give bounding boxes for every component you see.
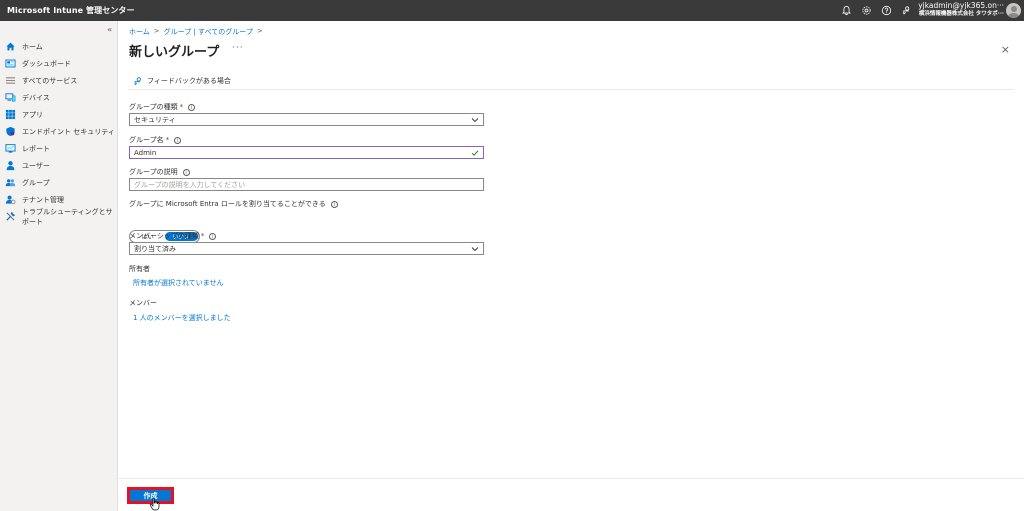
required-mark: * (165, 136, 170, 144)
user-org: 横浜情報機器株式会社 タワタボ··· (918, 11, 1004, 17)
feedback-icon[interactable] (901, 5, 912, 16)
list-icon (5, 75, 16, 86)
sidebar-item-label: アプリ (22, 110, 43, 119)
owners-label: 所有者 (129, 265, 150, 273)
user-email: yjkadmin@yjk365.on··· (918, 1, 1004, 10)
info-icon[interactable]: i (188, 103, 196, 111)
feedback-link[interactable]: フィードバックがある場合 (133, 76, 231, 86)
user-icon (5, 160, 16, 171)
group-type-label: グループの種類 * i (129, 102, 196, 112)
gear-icon[interactable] (861, 5, 872, 16)
sidebar-item-label: デバイス (22, 93, 50, 102)
group-type-value: セキュリティ (134, 115, 176, 124)
avatar[interactable] (1006, 3, 1021, 18)
wrench-icon (5, 211, 16, 222)
group-type-dropdown[interactable]: セキュリティ (129, 113, 484, 126)
sidebar-item-tenant-admin[interactable]: テナント管理 (0, 191, 118, 208)
footer-divider (119, 478, 1024, 479)
sidebar-nav: ホーム ダッシュボード すべてのサービス デバイス アプリ エンドポイント セキ… (0, 38, 118, 226)
entra-role-label-text: グループに Microsoft Entra ロールを割り当てることができる (129, 200, 326, 208)
entra-role-label: グループに Microsoft Entra ロールを割り当てることができる i (129, 199, 338, 209)
group-desc-label-text: グループの説明 (129, 168, 178, 176)
group-name-input[interactable]: Admin (129, 146, 484, 159)
sidebar-item-all-services[interactable]: すべてのサービス (0, 72, 118, 89)
divider (129, 89, 1014, 90)
sidebar-item-endpoint-security[interactable]: エンドポイント セキュリティ (0, 123, 118, 140)
collapse-sidebar-button[interactable]: « (107, 25, 112, 34)
breadcrumb-separator: > (153, 27, 160, 35)
group-name-label: グループ名 * i (129, 135, 182, 145)
sidebar: « ホーム ダッシュボード すべてのサービス デバイス アプリ エンドポイント … (0, 21, 118, 511)
sidebar-item-label: レポート (22, 144, 50, 153)
sidebar-item-reports[interactable]: レポート (0, 140, 118, 157)
sidebar-item-label: テナント管理 (22, 195, 64, 204)
membership-type-dropdown[interactable]: 割り当て済み (129, 242, 484, 255)
required-mark: * (179, 103, 184, 111)
membership-type-label: メンバーシップの種類 * i (129, 231, 217, 241)
bell-icon[interactable] (841, 5, 852, 16)
chevron-down-icon (471, 247, 479, 252)
user-account[interactable]: yjkadmin@yjk365.on··· 横浜情報機器株式会社 タワタボ··· (918, 2, 1004, 18)
page-title: 新しいグループ (129, 45, 220, 60)
group-type-label-text: グループの種類 (129, 103, 178, 111)
check-icon (471, 150, 479, 156)
info-icon[interactable]: i (182, 168, 190, 176)
sidebar-item-home[interactable]: ホーム (0, 38, 118, 55)
sidebar-item-label: トラブルシューティングとサポート (22, 207, 113, 226)
chevron-down-icon (471, 118, 479, 123)
group-icon (5, 177, 16, 188)
sidebar-item-dashboard[interactable]: ダッシュボード (0, 55, 118, 72)
devices-icon (5, 92, 16, 103)
group-name-label-text: グループ名 (129, 136, 164, 144)
more-options-button[interactable]: ··· (232, 43, 244, 53)
dashboard-icon (5, 58, 16, 69)
sidebar-item-users[interactable]: ユーザー (0, 157, 118, 174)
membership-type-label-text: メンバーシップの種類 (129, 232, 199, 240)
sidebar-item-troubleshooting[interactable]: トラブルシューティングとサポート (0, 207, 118, 226)
info-icon[interactable]: i (174, 136, 182, 144)
info-icon[interactable]: i (330, 200, 338, 208)
members-link[interactable]: 1 人のメンバーを選択しました (133, 313, 231, 323)
hand-cursor-icon (149, 497, 160, 511)
owners-link[interactable]: 所有者が選択されていません (133, 278, 224, 288)
sidebar-item-label: ダッシュボード (22, 59, 71, 68)
app-title[interactable]: Microsoft Intune 管理センター (0, 5, 135, 16)
tenant-icon (5, 194, 16, 205)
report-icon (5, 143, 16, 154)
apps-icon (5, 109, 16, 120)
top-bar: Microsoft Intune 管理センター yjkadmin@yjk365.… (0, 0, 1024, 21)
close-button[interactable]: × (1001, 43, 1010, 56)
required-mark: * (200, 232, 205, 240)
sidebar-item-groups[interactable]: グループ (0, 174, 118, 191)
help-icon[interactable] (881, 5, 892, 16)
feedback-icon (134, 77, 141, 86)
membership-type-value: 割り当て済み (134, 244, 176, 253)
group-desc-text-field[interactable] (134, 180, 483, 189)
sidebar-item-label: エンドポイント セキュリティ (22, 127, 115, 136)
breadcrumb-home[interactable]: ホーム (129, 27, 150, 37)
group-name-value: Admin (134, 148, 157, 157)
home-icon (5, 41, 16, 52)
info-icon[interactable]: i (209, 232, 217, 240)
sidebar-item-devices[interactable]: デバイス (0, 89, 118, 106)
sidebar-item-label: グループ (22, 178, 50, 187)
group-desc-input[interactable] (129, 178, 484, 191)
topbar-icons (841, 0, 912, 21)
sidebar-item-label: すべてのサービス (22, 76, 78, 85)
breadcrumb-groups[interactable]: グループ | すべてのグループ (164, 27, 253, 37)
sidebar-item-label: ホーム (22, 42, 43, 51)
shield-icon (5, 126, 16, 137)
breadcrumb-separator: > (256, 27, 263, 35)
main-content: ホーム > グループ | すべてのグループ > 新しいグループ ··· × フィ… (119, 21, 1024, 511)
breadcrumb: ホーム > グループ | すべてのグループ > (129, 27, 263, 37)
sidebar-item-label: ユーザー (22, 161, 50, 170)
members-label: メンバー (129, 299, 157, 307)
feedback-label: フィードバックがある場合 (147, 77, 231, 85)
group-desc-label: グループの説明 i (129, 167, 190, 177)
sidebar-item-apps[interactable]: アプリ (0, 106, 118, 123)
